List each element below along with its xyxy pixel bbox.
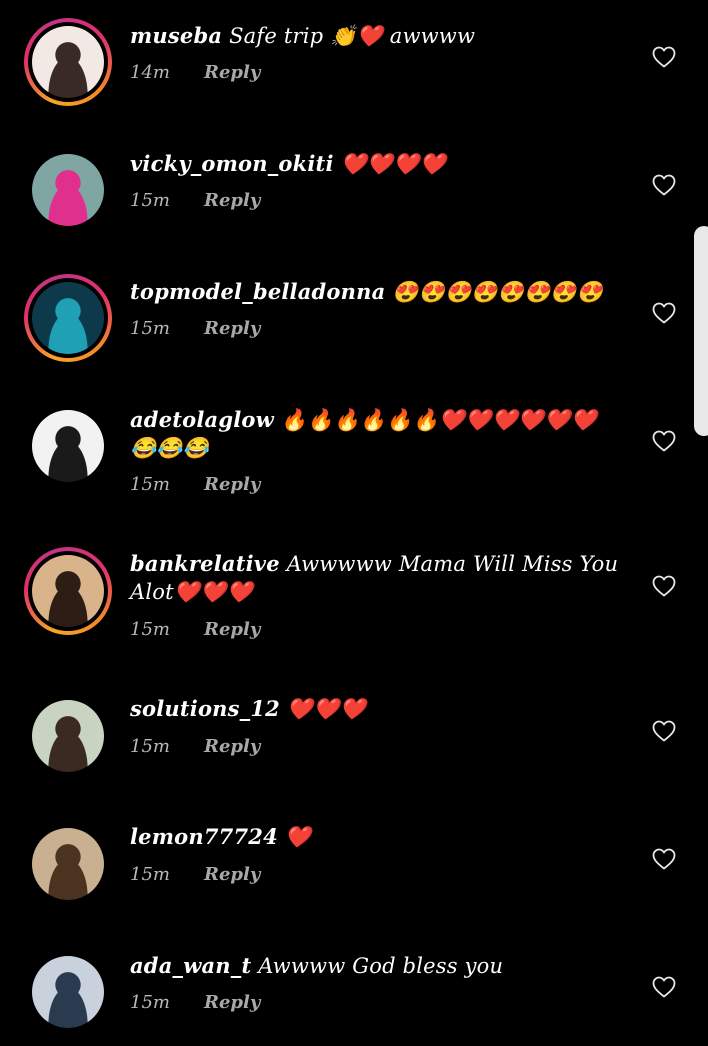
reply-button[interactable]: Reply — [204, 474, 260, 495]
timestamp: 14m — [130, 62, 170, 83]
comment-meta: 15m Reply — [130, 736, 260, 757]
avatar[interactable] — [24, 948, 112, 1036]
reply-button[interactable]: Reply — [204, 619, 260, 640]
heart-icon[interactable] — [652, 575, 676, 597]
comment-text: vicky_omon_okiti ❤️❤️❤️❤️ — [130, 150, 620, 178]
heart-icon[interactable] — [652, 302, 676, 324]
avatar-image — [32, 26, 104, 98]
avatar[interactable] — [24, 402, 112, 490]
heart-icon[interactable] — [652, 976, 676, 998]
comment-text: solutions_12 ❤️❤️❤️ — [130, 695, 620, 723]
comment-text: bankrelative Awwwww Mama Will Miss You A… — [130, 550, 620, 606]
avatar-image — [32, 956, 104, 1028]
comment-message: Safe trip 👏❤️ awwww — [229, 24, 476, 48]
username[interactable]: adetolaglow — [130, 407, 274, 432]
reply-button[interactable]: Reply — [204, 736, 260, 757]
username[interactable]: topmodel_belladonna — [130, 279, 385, 304]
timestamp: 15m — [130, 992, 170, 1013]
timestamp: 15m — [130, 619, 170, 640]
username[interactable]: lemon77724 — [130, 824, 278, 849]
reply-button[interactable]: Reply — [204, 62, 260, 83]
comment-message: ❤️❤️❤️ — [286, 697, 366, 721]
avatar[interactable] — [24, 146, 112, 234]
comment-text: adetolaglow 🔥🔥🔥🔥🔥🔥❤️❤️❤️❤️❤️❤️😂😂😂 — [130, 406, 620, 462]
avatar-image — [32, 555, 104, 627]
username[interactable]: vicky_omon_okiti — [130, 151, 334, 176]
comment-text: lemon77724 ❤️ — [130, 823, 620, 851]
heart-icon[interactable] — [652, 46, 676, 68]
timestamp: 15m — [130, 474, 170, 495]
comment-message: ❤️ — [284, 825, 312, 849]
avatar-image — [32, 828, 104, 900]
scrollbar[interactable] — [694, 226, 708, 436]
timestamp: 15m — [130, 318, 170, 339]
avatar[interactable] — [24, 692, 112, 780]
reply-button[interactable]: Reply — [204, 318, 260, 339]
comment-message: 😍😍😍😍😍😍😍😍 — [392, 280, 604, 304]
username[interactable]: museba — [130, 23, 222, 48]
comment-text: museba Safe trip 👏❤️ awwww — [130, 22, 620, 50]
timestamp: 15m — [130, 190, 170, 211]
timestamp: 15m — [130, 736, 170, 757]
comment-text: ada_wan_t Awwww God bless you — [130, 952, 620, 980]
heart-icon[interactable] — [652, 720, 676, 742]
username[interactable]: solutions_12 — [130, 696, 280, 721]
comment-message: ❤️❤️❤️❤️ — [340, 152, 446, 176]
comment-meta: 15m Reply — [130, 619, 260, 640]
comment-meta: 15m Reply — [130, 864, 260, 885]
heart-icon[interactable] — [652, 430, 676, 452]
username[interactable]: bankrelative — [130, 551, 280, 576]
comment-message: Awwww God bless you — [258, 954, 504, 978]
avatar-image — [32, 154, 104, 226]
heart-icon[interactable] — [652, 174, 676, 196]
avatar[interactable] — [24, 547, 112, 635]
reply-button[interactable]: Reply — [204, 190, 260, 211]
heart-icon[interactable] — [652, 848, 676, 870]
comment-text: topmodel_belladonna 😍😍😍😍😍😍😍😍 — [130, 278, 620, 306]
username[interactable]: ada_wan_t — [130, 953, 251, 978]
avatar[interactable] — [24, 18, 112, 106]
avatar-image — [32, 282, 104, 354]
avatar[interactable] — [24, 820, 112, 908]
reply-button[interactable]: Reply — [204, 864, 260, 885]
comment-meta: 15m Reply — [130, 318, 260, 339]
comment-meta: 14m Reply — [130, 62, 260, 83]
comment-meta: 15m Reply — [130, 992, 260, 1013]
reply-button[interactable]: Reply — [204, 992, 260, 1013]
avatar-image — [32, 700, 104, 772]
comment-meta: 15m Reply — [130, 190, 260, 211]
comment-meta: 15m Reply — [130, 474, 260, 495]
avatar[interactable] — [24, 274, 112, 362]
timestamp: 15m — [130, 864, 170, 885]
avatar-image — [32, 410, 104, 482]
